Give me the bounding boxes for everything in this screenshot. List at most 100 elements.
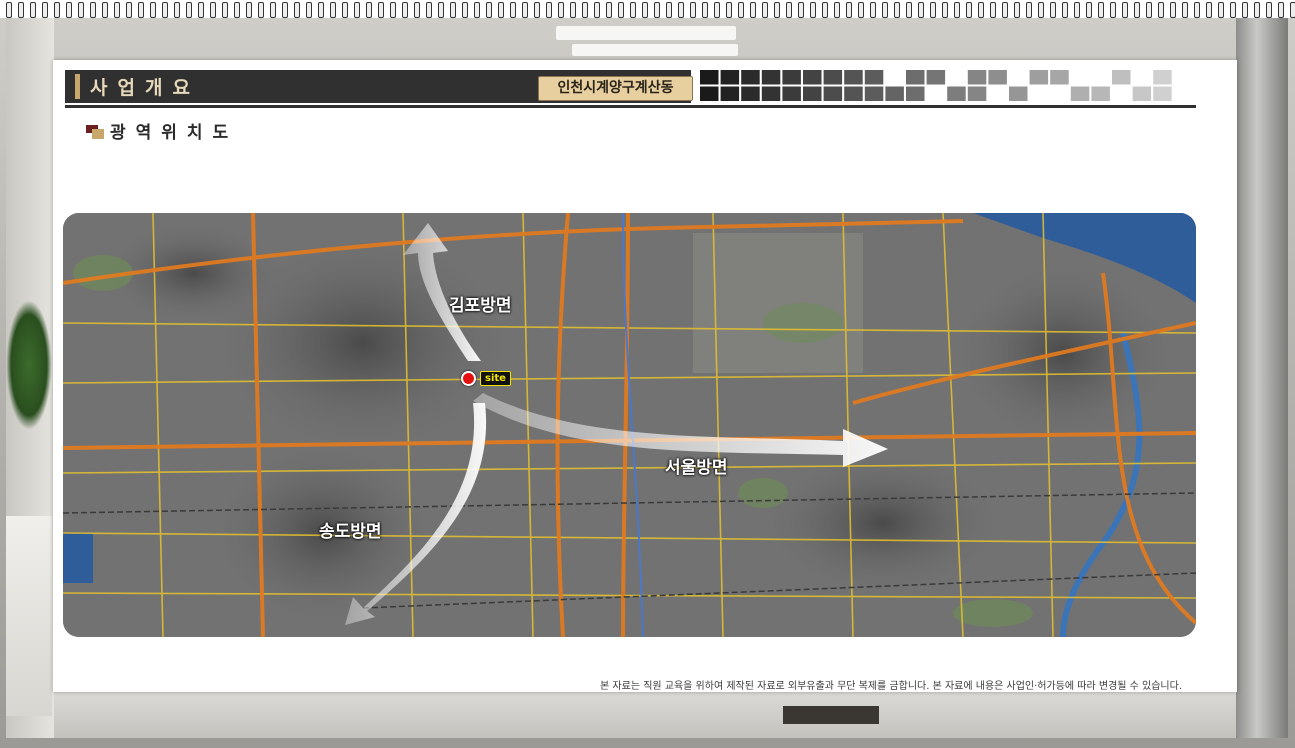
binding-ring: [534, 2, 540, 18]
binding-ring: [150, 2, 156, 18]
binding-ring: [282, 2, 288, 18]
binding-ring: [1278, 2, 1284, 18]
binding-ring: [1110, 2, 1116, 18]
binding-ring: [102, 2, 108, 18]
binding-ring: [798, 2, 804, 18]
pattern-square: [906, 86, 925, 101]
binding-ring: [606, 2, 612, 18]
section-square-icon: [86, 123, 106, 139]
binding-ring: [1230, 2, 1236, 18]
binding-ring: [222, 2, 228, 18]
binding-ring: [1062, 2, 1068, 18]
binding-ring: [30, 2, 36, 18]
binding-ring: [1218, 2, 1224, 18]
binding-ring: [126, 2, 132, 18]
binding-ring: [342, 2, 348, 18]
binding-ring: [198, 2, 204, 18]
songdo-direction-label: 송도방면: [319, 522, 382, 542]
binding-ring: [66, 2, 72, 18]
binding-ring: [846, 2, 852, 18]
header-divider: [65, 105, 1196, 108]
pattern-square: [782, 70, 801, 85]
binding-ring: [726, 2, 732, 18]
binding-ring: [1182, 2, 1188, 18]
binding-ring: [1050, 2, 1056, 18]
binding-ring: [1086, 2, 1092, 18]
binding-ring: [378, 2, 384, 18]
pattern-square: [741, 86, 760, 101]
binding-ring: [450, 2, 456, 18]
pattern-square: [926, 70, 946, 85]
binding-ring: [162, 2, 168, 18]
ceiling-light: [556, 26, 736, 40]
binding-ring: [1038, 2, 1044, 18]
binding-ring: [1158, 2, 1164, 18]
binding-ring: [990, 2, 996, 18]
binding-ring: [270, 2, 276, 18]
binding-ring: [306, 2, 312, 18]
binding-ring: [42, 2, 48, 18]
site-label: site: [480, 371, 511, 386]
binding-ring: [1290, 2, 1295, 18]
binding-ring: [582, 2, 588, 18]
section-heading: 광역위치도: [86, 118, 238, 143]
binding-ring: [630, 2, 636, 18]
pattern-square: [947, 86, 966, 101]
binding-ring: [930, 2, 936, 18]
binding-ring: [1098, 2, 1104, 18]
binding-ring: [918, 2, 924, 18]
binding-ring: [510, 2, 516, 18]
pattern-square: [720, 86, 740, 101]
binding-ring: [774, 2, 780, 18]
binding-ring: [834, 2, 840, 18]
pattern-square: [988, 70, 1007, 85]
binding-ring: [1074, 2, 1080, 18]
pattern-square: [761, 70, 781, 85]
binding-ring: [1134, 2, 1140, 18]
binding-ring: [18, 2, 24, 18]
pattern-square: [1050, 70, 1069, 85]
pattern-square: [967, 86, 987, 101]
binding-ring: [1254, 2, 1260, 18]
binding-ring: [966, 2, 972, 18]
binding-ring: [702, 2, 708, 18]
site-pin-icon: [461, 371, 476, 386]
binding-ring: [54, 2, 60, 18]
binding-ring: [642, 2, 648, 18]
pattern-square: [823, 70, 843, 85]
pattern-square: [844, 70, 863, 85]
binding-ring: [1266, 2, 1272, 18]
binding-ring: [438, 2, 444, 18]
binding-ring: [714, 2, 720, 18]
binding-ring: [666, 2, 672, 18]
binding-ring: [786, 2, 792, 18]
binding-ring: [234, 2, 240, 18]
site-marker: site: [461, 371, 511, 386]
page-title: 사업개요: [90, 77, 200, 99]
binding-ring: [882, 2, 888, 18]
binding-ring: [1122, 2, 1128, 18]
pattern-square: [864, 86, 884, 101]
binding-ring: [954, 2, 960, 18]
counter: [6, 516, 52, 716]
binding-ring: [1170, 2, 1176, 18]
binding-ring: [1146, 2, 1152, 18]
binding-ring: [258, 2, 264, 18]
binding-ring: [246, 2, 252, 18]
pattern-square: [700, 70, 719, 85]
pattern-square: [700, 86, 719, 101]
binding-ring: [474, 2, 480, 18]
binding-ring: [114, 2, 120, 18]
spiral-binding: [0, 0, 1295, 18]
binding-ring: [906, 2, 912, 18]
binding-ring: [1026, 2, 1032, 18]
ceiling-light: [572, 44, 738, 56]
binding-ring: [762, 2, 768, 18]
pattern-square: [864, 70, 884, 85]
binding-ring: [186, 2, 192, 18]
regional-location-map: site 김포방면 서울방면 송도방면: [63, 213, 1196, 637]
display-table: [54, 692, 1236, 738]
pattern-square: [823, 86, 843, 101]
binding-ring: [366, 2, 372, 18]
pattern-square: [782, 86, 801, 101]
